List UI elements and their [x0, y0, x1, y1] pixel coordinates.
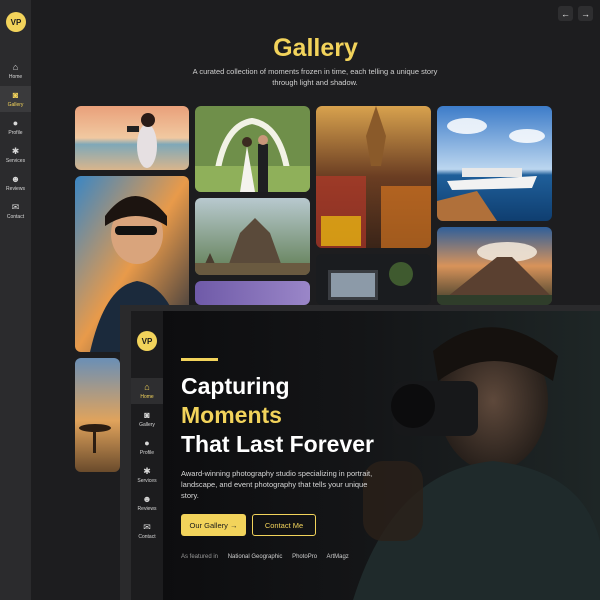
- contact-me-button[interactable]: Contact Me: [252, 514, 316, 536]
- sidebar-item-gallery[interactable]: ◙ Gallery: [0, 86, 31, 112]
- sidebar-item-reviews[interactable]: ☻ Reviews: [0, 170, 31, 196]
- envelope-icon: ✉: [143, 521, 151, 532]
- users-icon: ☻: [10, 173, 21, 184]
- screen: VP ⌂ Home ◙ Gallery ● Profile ✱ Services…: [0, 0, 600, 600]
- our-gallery-button[interactable]: Our Gallery →: [181, 514, 246, 536]
- logo[interactable]: VP: [6, 12, 26, 32]
- sidebar-item-profile[interactable]: ● Profile: [0, 114, 31, 140]
- camera-icon: ◙: [144, 409, 150, 420]
- gallery-image-savanna[interactable]: [75, 358, 120, 472]
- hero-title-line1: Capturing: [181, 373, 290, 399]
- user-icon: ●: [12, 117, 19, 128]
- featured-national-geographic: National Geographic: [227, 554, 283, 560]
- gallery-image-purple-sky[interactable]: [195, 281, 310, 305]
- home-icon: ⌂: [144, 381, 150, 392]
- hero-nav-home[interactable]: ⌂ Home: [131, 378, 163, 404]
- gear-icon: ✱: [11, 145, 20, 156]
- hero-description: Award-winning photography studio special…: [181, 469, 373, 500]
- hero-title-line2: Moments: [181, 402, 282, 428]
- gallery-image-laptop[interactable]: [316, 254, 431, 305]
- hero-logo[interactable]: VP: [137, 331, 157, 351]
- envelope-icon: ✉: [11, 201, 20, 212]
- featured-label: As featured in: [181, 554, 219, 560]
- accent-line: [181, 358, 218, 361]
- gallery-image-wedding-couple[interactable]: [195, 106, 310, 192]
- featured-artmagz: ArtMagz: [326, 554, 349, 560]
- hero-nav-profile[interactable]: ● Profile: [131, 434, 163, 460]
- gallery-image-market[interactable]: [316, 106, 431, 248]
- gallery-image-volcano[interactable]: [437, 227, 552, 305]
- camera-icon: ◙: [12, 89, 19, 100]
- next-button[interactable]: →: [578, 6, 593, 21]
- hero-sidebar: VP ⌂ Home ◙ Gallery ● Profile ✱ Services…: [131, 311, 163, 600]
- hero-title-line3: That Last Forever: [181, 431, 374, 457]
- sidebar: VP ⌂ Home ◙ Gallery ● Profile ✱ Services…: [0, 0, 31, 600]
- hero-nav-contact[interactable]: ✉ Contact: [131, 518, 163, 544]
- hero-nav-reviews[interactable]: ☻ Reviews: [131, 490, 163, 516]
- users-icon: ☻: [142, 493, 152, 504]
- gallery-image-temple[interactable]: [195, 198, 310, 275]
- sidebar-item-services[interactable]: ✱ Services: [0, 142, 31, 168]
- hero-nav-services[interactable]: ✱ Services: [131, 462, 163, 488]
- gallery-image-cruise-ship[interactable]: [437, 106, 552, 221]
- sidebar-item-contact[interactable]: ✉ Contact: [0, 198, 31, 224]
- gallery-image-beach-photographer[interactable]: [75, 106, 189, 170]
- hero-window: VP ⌂ Home ◙ Gallery ● Profile ✱ Services…: [120, 305, 600, 600]
- home-icon: ⌂: [12, 61, 19, 72]
- featured-photopro: PhotoPro: [292, 554, 318, 560]
- user-icon: ●: [144, 437, 150, 448]
- gear-icon: ✱: [143, 465, 151, 476]
- hero-nav-gallery[interactable]: ◙ Gallery: [131, 406, 163, 432]
- gallery-subtitle: A curated collection of moments frozen i…: [192, 67, 438, 87]
- gallery-title: Gallery: [273, 34, 358, 62]
- prev-button[interactable]: ←: [558, 6, 573, 21]
- featured-in: As featured in National Geographic Photo…: [181, 554, 357, 560]
